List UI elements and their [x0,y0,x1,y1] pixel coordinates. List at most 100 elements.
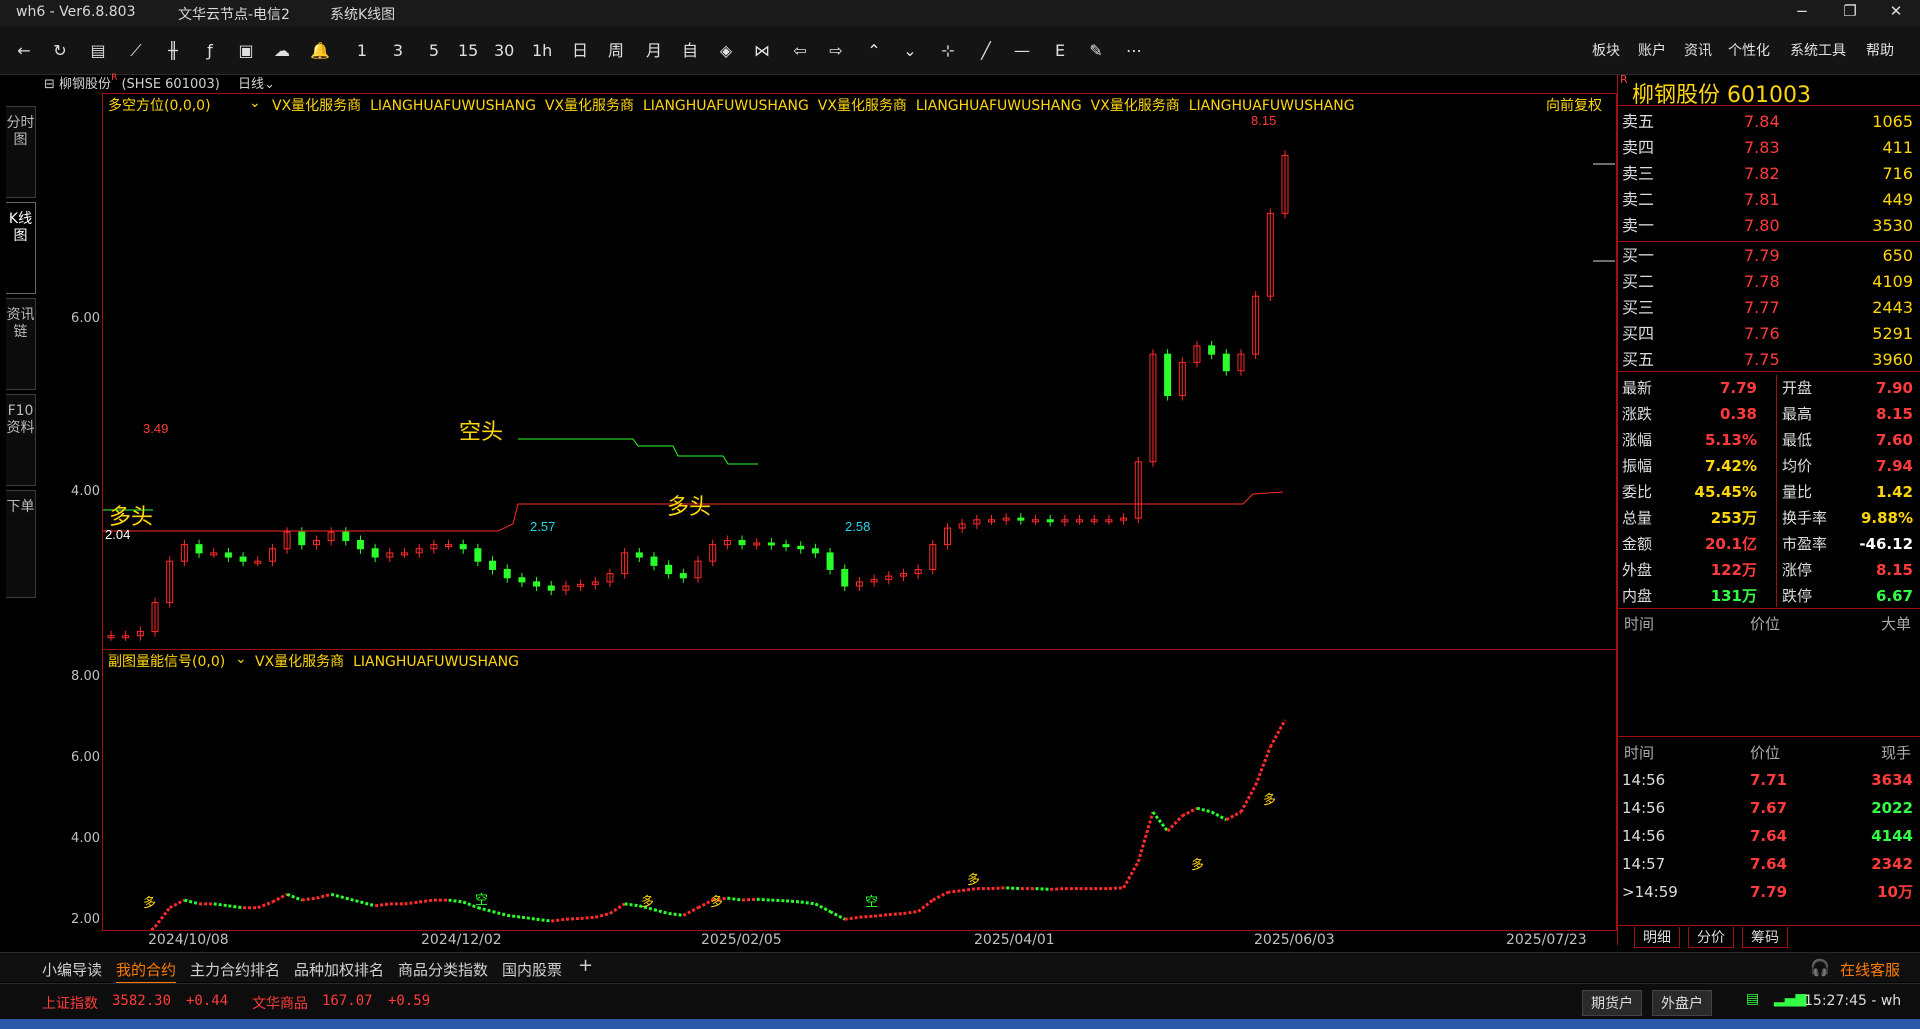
menu-help[interactable]: 帮助 [1866,39,1894,63]
period-1h[interactable]: 1h [532,39,552,63]
server-node[interactable]: 文华云节点-电信2 [178,4,290,24]
bid-row[interactable]: 买五 7.75 3960 [1618,347,1920,373]
signal-segment [609,902,626,915]
stat-value: 45.45% [1694,483,1757,501]
online-service[interactable]: 在线客服 [1840,959,1900,980]
indicator-icon[interactable]: ƒ [200,39,220,63]
x-tick: 2025/02/05 [701,932,782,948]
instrument-name: 柳钢股份 [59,77,112,92]
period-custom[interactable]: 自 [680,39,700,63]
close-button[interactable]: ✕ [1876,2,1916,24]
tab-detail[interactable]: 明细 [1634,927,1680,948]
candle-body [239,556,247,562]
chart-area[interactable]: 多空方位(0,0,0) ⌄ VX量化服务商 LIANGHUAFUWUSHANG … [102,93,1618,931]
tab-editor-guide[interactable]: 小编导读 [42,959,102,980]
period-3[interactable]: 3 [388,39,408,63]
tab-kline[interactable]: K线图 [6,202,36,294]
candlestick-chart[interactable]: 8.153.492.57 2.582.04空头多头 多头多空多多空多多多 [103,94,1616,930]
menu-personalize[interactable]: 个性化 [1728,39,1770,63]
ask-price[interactable]: 7.84 [1744,109,1780,135]
bid-price[interactable]: 7.78 [1744,269,1780,295]
ask-label: 卖五 [1622,112,1655,131]
bid-row[interactable]: 买四 7.76 5291 [1618,321,1920,347]
tab-domestic-stocks[interactable]: 国内股票 [502,959,562,980]
zoom-fit-icon[interactable]: ◈ [716,39,736,63]
prev-icon[interactable]: ⇦ [790,39,810,63]
hline-icon[interactable]: — [1012,39,1032,63]
index2-name[interactable]: 文华商品 [252,993,308,1013]
period-15[interactable]: 15 [458,39,478,63]
index2-change: +0.59 [388,993,431,1009]
period-week[interactable]: 周 [606,39,626,63]
tab-my-contracts[interactable]: 我的合约 [116,959,177,984]
ask-price[interactable]: 7.81 [1744,187,1780,213]
bid-price[interactable]: 7.77 [1744,295,1780,321]
bid-row[interactable]: 买二 7.78 4109 [1618,269,1920,295]
period-1[interactable]: 1 [352,39,372,63]
stat-value: 9.88% [1860,509,1913,527]
tab-timeshare[interactable]: 分时图 [6,106,36,198]
ask-row[interactable]: 卖二 7.81 449 [1618,187,1920,213]
bid-price[interactable]: 7.75 [1744,347,1780,373]
bid-row[interactable]: 买一 7.79 650 [1618,243,1920,269]
tab-price-split[interactable]: 分价 [1688,927,1734,948]
tab-commodity-index[interactable]: 商品分类指数 [398,959,488,980]
back-icon[interactable]: ← [14,39,34,63]
ask-row[interactable]: 卖四 7.83 411 [1618,135,1920,161]
tab-weighted-rank[interactable]: 品种加权排名 [294,959,384,980]
menu-news[interactable]: 资讯 [1684,39,1712,63]
cloud-icon[interactable]: ☁ [272,39,292,63]
zoom-icon[interactable]: ⋈ [752,39,772,63]
bell-icon[interactable]: 🔔 [310,39,330,63]
tab-chips[interactable]: 筹码 [1742,927,1788,948]
tab-f10[interactable]: F10资料 [6,394,36,486]
table-icon[interactable]: ▤ [88,39,108,63]
menu-system-tools[interactable]: 系统工具 [1790,39,1846,63]
period-month[interactable]: 月 [644,39,664,63]
refresh-icon[interactable]: ↻ [50,39,70,63]
expand-icon[interactable]: ⌃ [864,39,884,63]
menu-account[interactable]: 账户 [1638,39,1666,63]
add-tab-button[interactable]: + [578,955,593,976]
ask-row[interactable]: 卖五 7.84 1065 [1618,109,1920,135]
ask-row[interactable]: 卖三 7.82 716 [1618,161,1920,187]
period-day[interactable]: 日 [570,39,590,63]
calc-icon[interactable]: ▣ [236,39,256,63]
period-5[interactable]: 5 [424,39,444,63]
signal-segment [374,902,391,908]
layout-icon[interactable]: ⊟ [44,77,55,92]
next-icon[interactable]: ⇨ [826,39,846,63]
bid-row[interactable]: 买三 7.77 2443 [1618,295,1920,321]
screen-icon[interactable]: ▤ [1746,991,1759,1007]
tab-news-chain[interactable]: 资讯链 [6,298,36,390]
more-icon[interactable]: ⋯ [1124,39,1144,63]
headset-icon[interactable]: 🎧 [1810,958,1830,977]
futures-account-button[interactable]: 期货户 [1582,990,1642,1016]
candle-icon[interactable]: ╫ [163,39,183,63]
tick-volume: 2022 [1871,799,1913,817]
period-30[interactable]: 30 [494,39,514,63]
candle-body [298,531,306,546]
bid-price[interactable]: 7.76 [1744,321,1780,347]
bid-price[interactable]: 7.79 [1744,243,1780,269]
restore-button[interactable]: ❐ [1830,2,1870,24]
ask-price[interactable]: 7.82 [1744,161,1780,187]
eraser-icon[interactable]: ✎ [1086,39,1106,63]
collapse-icon[interactable]: ⌄ [900,39,920,63]
period-select[interactable]: 日线 [238,77,264,92]
minimize-button[interactable]: − [1782,2,1822,24]
crosshair-icon[interactable]: ⊹ [938,39,958,63]
draw-line-icon[interactable]: ╱ [976,39,996,63]
tab-main-contract-rank[interactable]: 主力合约排名 [190,959,280,980]
ask-row[interactable]: 卖一 7.80 3530 [1618,213,1920,239]
menu-sector[interactable]: 板块 [1592,39,1620,63]
tab-order[interactable]: 下单 [6,490,36,598]
status-bar: 上证指数 3582.30 +0.44 文华商品 167.07 +0.59 期货户… [0,983,1920,1019]
ask-price[interactable]: 7.80 [1744,213,1780,239]
foreign-account-button[interactable]: 外盘户 [1652,990,1712,1016]
index1-name[interactable]: 上证指数 [42,993,98,1013]
chevron-down-icon[interactable]: ⌄ [264,77,275,92]
line-chart-icon[interactable]: ⟋ [126,39,146,63]
text-tool-icon[interactable]: Ε [1050,39,1070,63]
ask-price[interactable]: 7.83 [1744,135,1780,161]
